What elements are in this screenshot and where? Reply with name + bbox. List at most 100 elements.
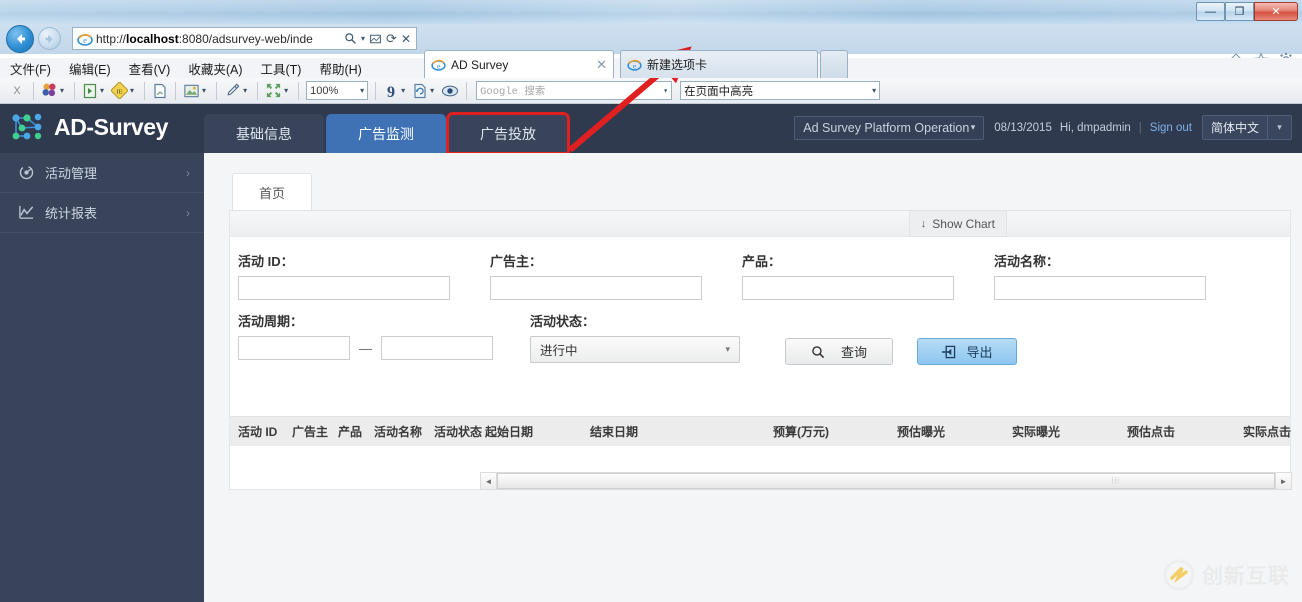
search-icon[interactable] xyxy=(344,32,357,45)
field-label: 活动状态： xyxy=(530,314,596,329)
chevron-down-icon[interactable]: ▾ xyxy=(361,34,365,43)
column-header[interactable]: 实际点击 xyxy=(1243,423,1291,440)
chevron-down-icon[interactable]: ▾ xyxy=(60,86,64,95)
sign-out-link[interactable]: Sign out xyxy=(1150,122,1192,134)
view-source-button[interactable] xyxy=(150,80,170,102)
highlight-select[interactable]: 在页面中高亮 ▾ xyxy=(680,81,881,100)
column-header[interactable]: 结束日期 xyxy=(590,423,638,440)
scrollbar-thumb[interactable]: ⦙⦙⦙ xyxy=(497,473,1275,489)
search-button[interactable]: 查询 xyxy=(785,338,893,365)
period-end-input[interactable] xyxy=(381,336,493,360)
platform-select[interactable]: Ad Survey Platform Operation ▾ xyxy=(794,115,985,140)
chevron-down-icon[interactable]: ▾ xyxy=(130,86,134,95)
number-nine-icon: 9 xyxy=(387,84,395,100)
app-logo[interactable]: AD-Survey xyxy=(8,109,168,145)
compatibility-view-icon[interactable] xyxy=(369,33,382,45)
nav-tab-label: 广告监测 xyxy=(358,125,414,142)
product-input[interactable] xyxy=(742,276,954,300)
ad-survey-logo-icon xyxy=(12,113,42,140)
campaign-id-input[interactable] xyxy=(238,276,450,300)
column-header[interactable]: 活动 ID xyxy=(238,423,277,440)
sidebar-item-statistics-report[interactable]: 统计报表 › xyxy=(0,193,204,233)
chevron-down-icon[interactable]: ▾ xyxy=(202,86,206,95)
export-button[interactable]: 导出 xyxy=(917,338,1017,365)
chevron-down-icon[interactable]: ▾ xyxy=(284,86,288,95)
scroll-left-arrow-icon[interactable]: ◄ xyxy=(481,473,497,489)
zoom-level-select[interactable]: 100% ▾ xyxy=(306,81,369,100)
stop-icon[interactable]: ✕ xyxy=(401,32,411,46)
refresh-doc-icon xyxy=(414,83,426,98)
menu-item-help[interactable]: 帮助(H) xyxy=(319,59,361,78)
column-header[interactable]: 起始日期 xyxy=(485,423,533,440)
back-button[interactable] xyxy=(6,25,34,53)
eyedropper-icon xyxy=(227,83,240,96)
chevron-down-icon[interactable]: ▾ xyxy=(1268,115,1292,140)
show-chart-button[interactable]: ↓ Show Chart xyxy=(908,211,1007,237)
url-host: localhost xyxy=(126,31,179,46)
advertiser-input[interactable] xyxy=(490,276,702,300)
content-tabs: 首页 xyxy=(232,173,312,211)
chevron-down-icon: ▾ xyxy=(872,86,877,95)
menu-item-favorites[interactable]: 收藏夹(A) xyxy=(188,59,242,78)
column-header[interactable]: 预估曝光 xyxy=(897,423,945,440)
nav-tab-label: 基础信息 xyxy=(236,125,292,142)
address-bar[interactable]: e http://localhost:8080/adsurvey-web/ind… xyxy=(72,27,417,50)
new-tab-button[interactable] xyxy=(820,50,848,78)
column-header[interactable]: 产品 xyxy=(338,423,362,440)
tab-close-icon[interactable]: ✕ xyxy=(592,57,607,73)
column-header[interactable]: 预算(万元) xyxy=(773,423,829,440)
menu-item-view[interactable]: 查看(V) xyxy=(129,59,171,78)
browser-tab-inactive[interactable]: e 新建选项卡 xyxy=(620,50,818,78)
cache-tool-button[interactable]: ▾ xyxy=(410,80,439,102)
nav-tab-ad-monitoring[interactable]: 广告监测 xyxy=(326,114,446,153)
resize-tool-button[interactable]: ▾ xyxy=(263,80,293,102)
minimize-button[interactable]: — xyxy=(1196,2,1225,21)
chevron-down-icon[interactable]: ▾ xyxy=(401,86,405,95)
menu-item-file[interactable]: 文件(F) xyxy=(10,59,51,78)
chevron-right-icon: › xyxy=(186,165,190,180)
sidebar-item-campaign-management[interactable]: 活动管理 › xyxy=(0,153,204,193)
column-header[interactable]: 预估点击 xyxy=(1127,423,1175,440)
column-header[interactable]: 活动状态 xyxy=(434,423,482,440)
menu-item-edit[interactable]: 编辑(E) xyxy=(69,59,111,78)
ie-logo-icon: e xyxy=(431,59,446,71)
field-campaign-period: 活动周期： — xyxy=(238,311,493,360)
menu-item-tools[interactable]: 工具(T) xyxy=(260,59,301,78)
close-button[interactable]: ✕ xyxy=(1254,2,1298,21)
content-tab-home[interactable]: 首页 xyxy=(232,173,312,211)
color-picker-button[interactable]: ▾ xyxy=(222,80,252,102)
toolbar-close-icon[interactable]: X xyxy=(6,80,28,102)
images-tool-button[interactable]: ▾ xyxy=(181,80,211,102)
nav-tab-basic-info[interactable]: 基础信息 xyxy=(204,114,324,153)
column-header[interactable]: 实际曝光 xyxy=(1012,423,1060,440)
restore-button[interactable]: ❐ xyxy=(1225,2,1254,21)
address-url: http://localhost:8080/adsurvey-web/inde xyxy=(96,32,344,46)
ie-diamond-icon: IE xyxy=(111,82,129,99)
show-chart-label: Show Chart xyxy=(932,216,995,231)
scroll-right-arrow-icon[interactable]: ► xyxy=(1275,473,1291,489)
chevron-down-icon[interactable]: ▾ xyxy=(100,86,104,95)
web-developer-button[interactable]: ▾ xyxy=(39,80,69,102)
validation-button[interactable]: 9 ▾ xyxy=(381,80,410,102)
campaign-status-select[interactable]: 进行中 ▾ xyxy=(530,336,740,363)
ie-tools-button[interactable]: IE ▾ xyxy=(109,80,139,102)
campaign-name-input[interactable] xyxy=(994,276,1206,300)
chevron-down-icon[interactable]: ▾ xyxy=(430,86,434,95)
toolbar-divider xyxy=(175,81,177,100)
period-start-input[interactable] xyxy=(238,336,350,360)
table-horizontal-scrollbar[interactable]: ◄ ⦙⦙⦙ ► xyxy=(480,472,1292,490)
column-header[interactable]: 活动名称 xyxy=(374,423,422,440)
magnifier-icon xyxy=(812,345,825,358)
current-date: 08/13/2015 xyxy=(994,121,1052,134)
forward-button[interactable] xyxy=(38,27,61,50)
script-tool-button[interactable]: ▾ xyxy=(80,80,109,102)
column-header[interactable]: 广告主 xyxy=(292,423,328,440)
search-input[interactable]: Google 搜索 ▾ xyxy=(476,81,673,100)
inspect-button[interactable] xyxy=(439,80,461,102)
browser-tab-active[interactable]: e AD Survey ✕ xyxy=(424,50,614,78)
language-select[interactable]: 简体中文 ▾ xyxy=(1202,115,1292,140)
chevron-down-icon[interactable]: ▾ xyxy=(243,86,247,95)
refresh-icon[interactable]: ⟳ xyxy=(386,31,397,47)
scrollbar-track[interactable]: ⦙⦙⦙ xyxy=(497,473,1275,489)
nav-tab-ad-delivery[interactable]: 广告投放 xyxy=(446,112,570,155)
